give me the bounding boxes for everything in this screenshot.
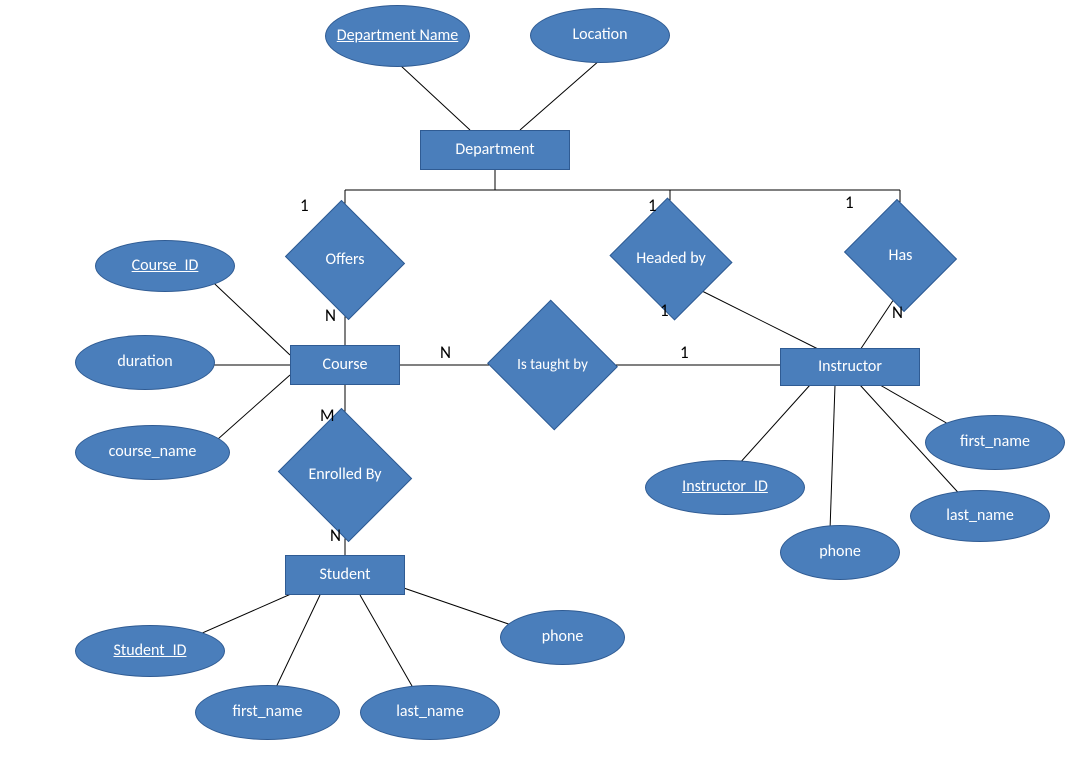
attr-student-id: Student_ID bbox=[75, 625, 225, 677]
attr-student-id-label: Student_ID bbox=[114, 642, 187, 660]
attr-instructor-last-name: last_name bbox=[910, 490, 1050, 542]
rel-headed-by-label: Headed by bbox=[625, 218, 717, 300]
rel-headed-by: Headed by bbox=[625, 218, 717, 300]
card-taught-instr: 1 bbox=[680, 342, 689, 363]
entity-department-label: Department bbox=[455, 141, 534, 159]
attr-student-phone: phone bbox=[500, 610, 625, 665]
rel-enrolled-by-label: Enrolled By bbox=[295, 430, 395, 520]
card-course-enrolled: M bbox=[320, 405, 335, 426]
card-enrolled-student: N bbox=[330, 525, 341, 546]
attr-duration-label: duration bbox=[117, 353, 172, 371]
rel-has: Has bbox=[858, 218, 943, 293]
rel-is-taught-by: Is taught by bbox=[505, 320, 600, 410]
card-dept-offers: 1 bbox=[300, 195, 309, 216]
entity-student-label: Student bbox=[319, 566, 370, 584]
card-course-taught: N bbox=[440, 342, 451, 363]
entity-instructor: Instructor bbox=[780, 348, 920, 386]
entity-student: Student bbox=[285, 555, 405, 595]
attr-location-label: Location bbox=[572, 26, 627, 44]
attr-course-name: course_name bbox=[75, 425, 230, 480]
entity-department: Department bbox=[420, 130, 570, 170]
attr-duration: duration bbox=[75, 335, 215, 390]
entity-course-label: Course bbox=[323, 356, 368, 374]
attr-instructor-phone: phone bbox=[780, 525, 900, 580]
attr-student-last-name-label: last_name bbox=[396, 703, 464, 721]
attr-instructor-id-label: Instructor_ID bbox=[682, 478, 768, 496]
rel-is-taught-by-label: Is taught by bbox=[505, 320, 600, 410]
attr-instructor-first-name: first_name bbox=[925, 415, 1065, 470]
attr-department-name-label: Department Name bbox=[337, 27, 459, 45]
attr-course-id: Course_ID bbox=[95, 240, 235, 292]
rel-enrolled-by: Enrolled By bbox=[295, 430, 395, 520]
attr-student-first-name: first_name bbox=[195, 685, 340, 740]
entity-course: Course bbox=[290, 345, 400, 385]
rel-offers-label: Offers bbox=[300, 220, 390, 300]
card-has-instr: N bbox=[892, 302, 903, 323]
card-dept-headed: 1 bbox=[648, 195, 657, 216]
attr-course-name-label: course_name bbox=[109, 443, 197, 461]
attr-instructor-phone-label: phone bbox=[819, 543, 861, 561]
attr-instructor-first-name-label: first_name bbox=[960, 433, 1030, 451]
attr-instructor-id: Instructor_ID bbox=[645, 460, 805, 515]
attr-course-id-label: Course_ID bbox=[132, 257, 199, 275]
card-offers-course: N bbox=[325, 305, 336, 326]
rel-has-label: Has bbox=[858, 218, 943, 293]
rel-offers: Offers bbox=[300, 220, 390, 300]
attr-department-name: Department Name bbox=[325, 5, 470, 67]
entity-instructor-label: Instructor bbox=[818, 358, 882, 376]
attr-location: Location bbox=[530, 8, 670, 63]
er-diagram: Department Name Location Department Offe… bbox=[0, 0, 1069, 765]
card-headed-instr: 1 bbox=[660, 300, 669, 321]
attr-instructor-last-name-label: last_name bbox=[946, 507, 1014, 525]
attr-student-first-name-label: first_name bbox=[233, 703, 303, 721]
attr-student-phone-label: phone bbox=[542, 628, 584, 646]
attr-student-last-name: last_name bbox=[360, 685, 500, 740]
card-dept-has: 1 bbox=[845, 192, 854, 213]
